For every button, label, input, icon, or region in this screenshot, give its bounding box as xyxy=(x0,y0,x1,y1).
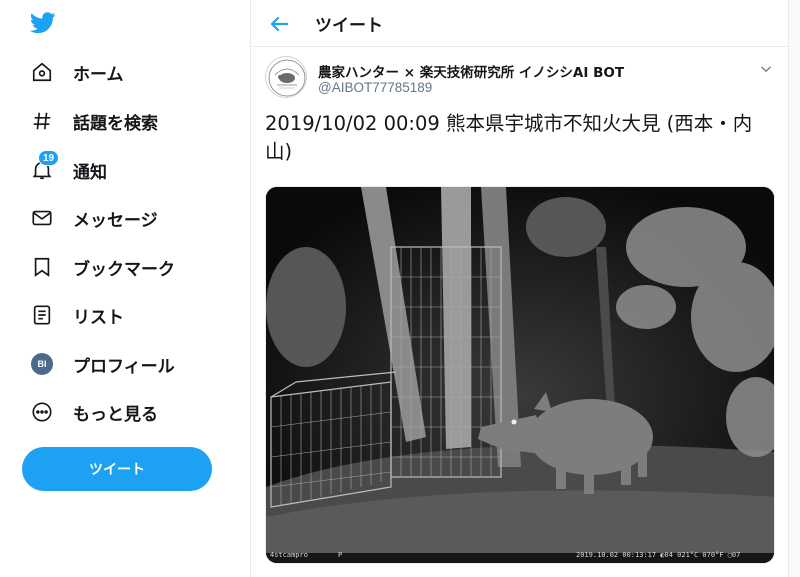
left-sidebar: ホーム 話題を検索 19 通知 メッセージ ブックマーク リスト BI プロフィ… xyxy=(0,0,251,577)
nav-profile-label: プロフィール xyxy=(73,356,175,377)
bell-icon: 19 xyxy=(30,150,60,182)
avatar-initials: BI xyxy=(31,353,53,375)
author-avatar[interactable] xyxy=(265,56,307,98)
nav-lists[interactable]: リスト xyxy=(30,297,124,333)
camera-mode-stamp: P xyxy=(338,551,343,559)
nav-explore[interactable]: 話題を検索 xyxy=(30,103,158,139)
envelope-icon xyxy=(30,206,54,230)
nav-home[interactable]: ホーム xyxy=(30,54,124,90)
notification-count-badge: 19 xyxy=(38,150,60,166)
tweet-text: 2019/10/02 00:09 熊本県宇城市不知火大見 (西本・内山) xyxy=(265,112,753,163)
author-handle[interactable]: @AIBOT77785189 xyxy=(318,80,432,95)
author-name[interactable]: 農家ハンター × 楽天技術研究所 イノシシAI BOT xyxy=(318,61,624,81)
nav-bookmarks[interactable]: ブックマーク xyxy=(30,249,175,285)
list-icon xyxy=(30,303,54,327)
nav-more-label: もっと見る xyxy=(73,404,158,425)
more-dots-icon xyxy=(30,400,54,424)
bookmark-icon xyxy=(30,255,54,279)
twitter-bird-icon[interactable] xyxy=(30,11,56,35)
camera-timestamp: 2019.10.02 00:13:17 ◐04 021°C 070°F ▢07 xyxy=(576,551,741,559)
nav-bookmarks-label: ブックマーク xyxy=(73,259,175,280)
avatar: BI xyxy=(30,352,54,376)
nav-home-label: ホーム xyxy=(73,64,124,85)
compose-tweet-button[interactable]: ツイート xyxy=(22,447,212,491)
scrollbar[interactable] xyxy=(789,0,800,577)
nav-profile[interactable]: BI プロフィール xyxy=(30,346,175,382)
main-column: ツイート 農家ハンター × 楽天技術研究所 イノシシAI BOT @AIBOT7… xyxy=(251,0,789,577)
chevron-down-icon[interactable] xyxy=(759,62,773,76)
page-header: ツイート xyxy=(251,0,788,47)
nav-notifications[interactable]: 19 通知 xyxy=(30,150,107,188)
home-icon xyxy=(30,60,54,84)
back-arrow-icon[interactable] xyxy=(267,12,291,36)
nav-lists-label: リスト xyxy=(73,307,124,328)
nav-messages-label: メッセージ xyxy=(73,210,158,231)
nav-more[interactable]: もっと見る xyxy=(30,394,158,430)
night-camera-image xyxy=(266,187,774,563)
nav-explore-label: 話題を検索 xyxy=(73,113,158,134)
tweet-photo[interactable]: 4stcampro P 2019.10.02 00:13:17 ◐04 021°… xyxy=(265,186,775,564)
camera-brand-stamp: 4stcampro xyxy=(270,551,308,559)
nav-notifications-label: 通知 xyxy=(73,162,107,183)
page-title: ツイート xyxy=(315,16,383,36)
nav-messages[interactable]: メッセージ xyxy=(30,200,158,236)
hashtag-icon xyxy=(30,109,54,133)
